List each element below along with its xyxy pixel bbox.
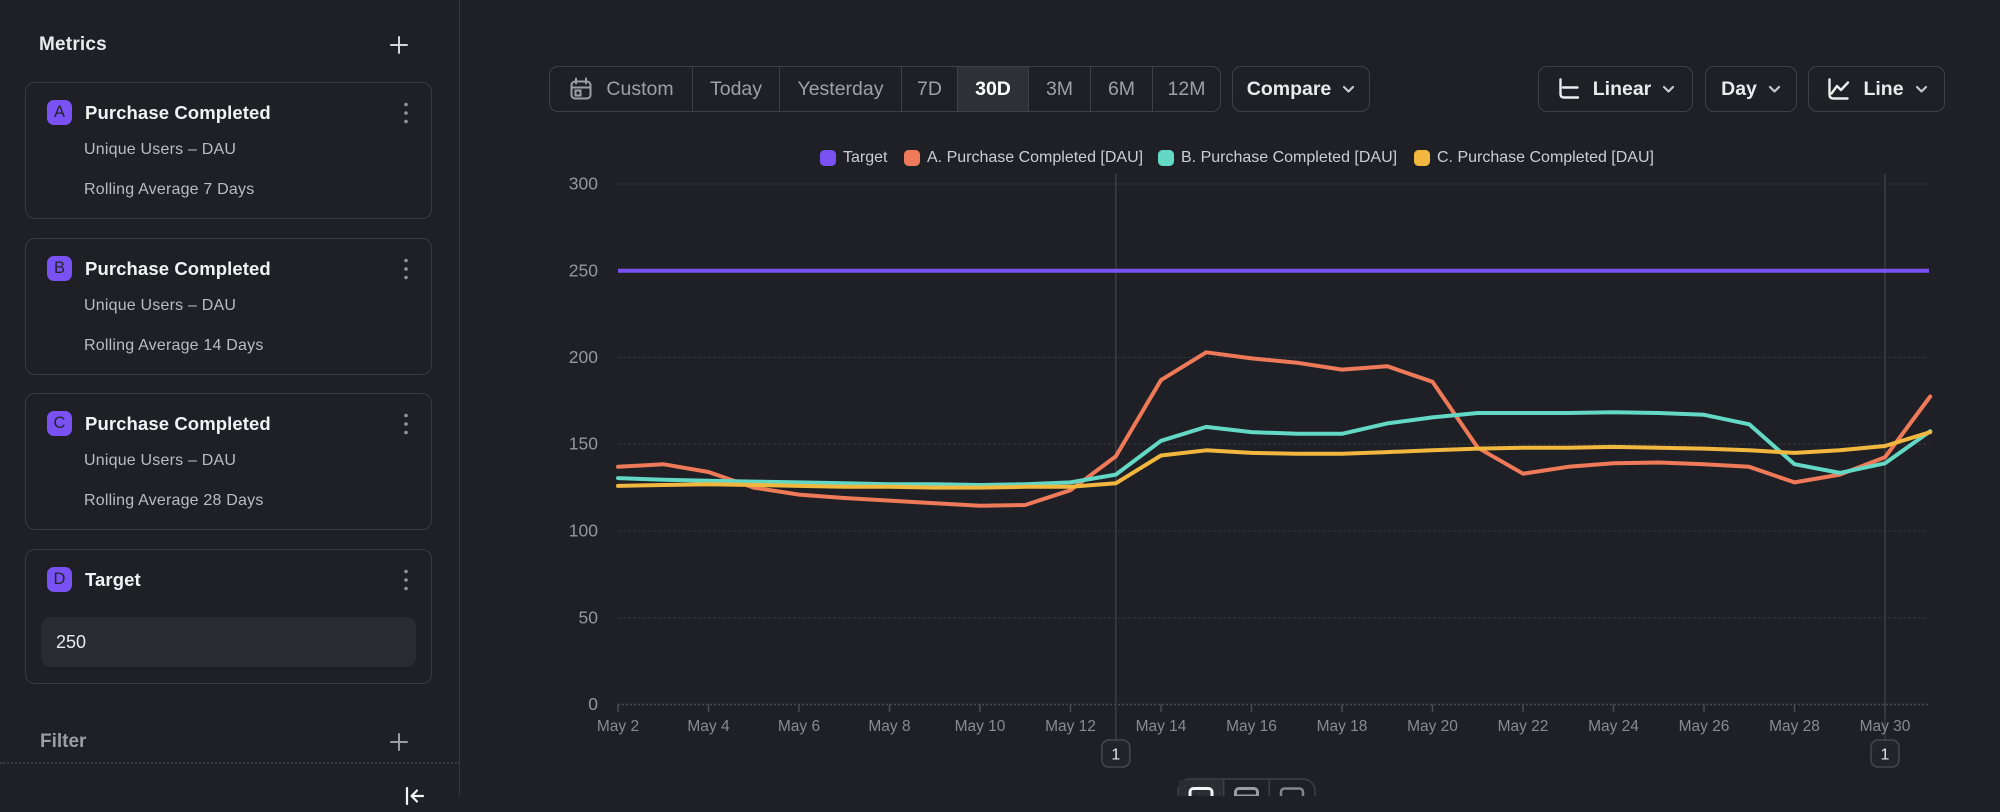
svg-text:0: 0	[588, 694, 598, 714]
svg-text:200: 200	[569, 347, 598, 367]
svg-text:May 8: May 8	[868, 718, 910, 735]
svg-text:1: 1	[1111, 747, 1120, 764]
svg-text:May 22: May 22	[1498, 718, 1549, 735]
svg-text:May 14: May 14	[1136, 718, 1187, 735]
svg-text:May 20: May 20	[1407, 718, 1458, 735]
svg-text:May 10: May 10	[955, 718, 1006, 735]
svg-text:May 28: May 28	[1769, 718, 1820, 735]
svg-text:50: 50	[579, 607, 599, 627]
svg-text:250: 250	[569, 260, 598, 280]
svg-text:May 4: May 4	[687, 718, 730, 735]
svg-text:May 30: May 30	[1860, 718, 1911, 735]
svg-text:May 2: May 2	[597, 718, 639, 735]
svg-text:150: 150	[569, 434, 598, 454]
svg-text:100: 100	[569, 521, 598, 541]
svg-text:May 24: May 24	[1588, 718, 1639, 735]
svg-text:May 6: May 6	[778, 718, 820, 735]
svg-text:May 26: May 26	[1679, 718, 1730, 735]
svg-text:300: 300	[569, 174, 598, 194]
svg-text:May 18: May 18	[1317, 718, 1368, 735]
svg-text:May 12: May 12	[1045, 718, 1096, 735]
svg-text:May 16: May 16	[1226, 718, 1277, 735]
svg-text:1: 1	[1881, 747, 1890, 764]
